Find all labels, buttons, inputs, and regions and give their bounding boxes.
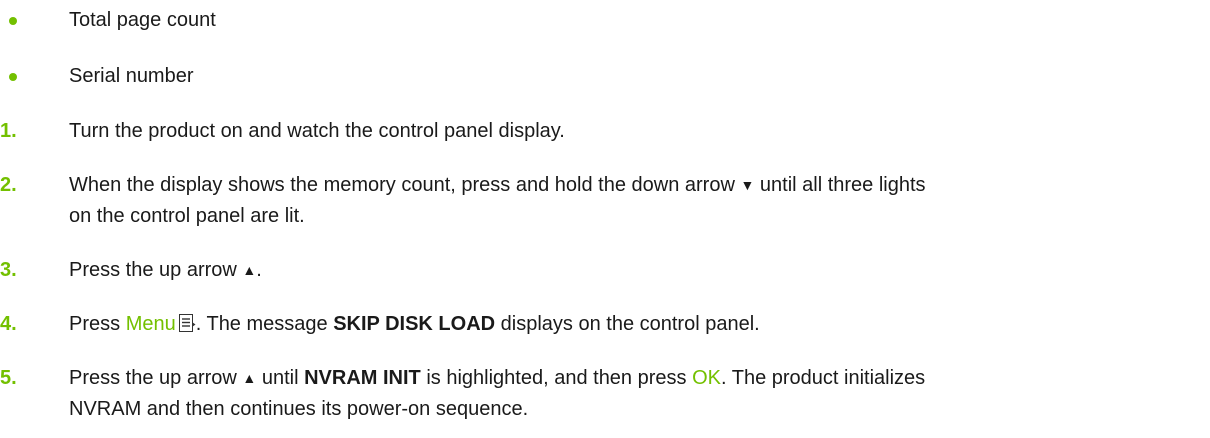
message-text: SKIP DISK LOAD: [333, 313, 496, 335]
menu-item-text: NVRAM INIT: [304, 367, 421, 389]
step-text: Press the up arrow ▲.: [69, 255, 262, 287]
step-text-line-2: on the control panel are lit.: [69, 205, 305, 227]
step-number: 1.: [0, 120, 17, 142]
down-arrow-icon: ▼: [740, 177, 755, 193]
step-text-part: . The message: [195, 313, 328, 335]
bullet-dot: [9, 17, 17, 25]
up-arrow-icon: ▲: [242, 370, 257, 386]
step-text-part: When the display shows the memory count,…: [69, 174, 735, 196]
bullet-text: Total page count: [69, 9, 216, 31]
step-text-line-1: When the display shows the memory count,…: [69, 170, 926, 202]
menu-button-label: Menu: [125, 313, 176, 335]
up-arrow-icon: ▲: [242, 262, 257, 278]
step-number: 5.: [0, 367, 17, 389]
step-text-part: Press the up arrow: [69, 367, 237, 389]
step-text-part: until: [261, 367, 299, 389]
step-text-line-1: Press the up arrow ▲ until NVRAM INIT is…: [69, 363, 925, 395]
step-text-part: Press the up arrow: [69, 259, 237, 281]
bullet-text: Serial number: [69, 65, 194, 87]
step-text-part: displays on the control panel.: [500, 313, 760, 335]
menu-icon: [178, 314, 196, 332]
step-number: 4.: [0, 313, 17, 335]
ok-button-label: OK: [692, 367, 721, 389]
step-number: 3.: [0, 259, 17, 281]
step-text: Press Menu . The message SKIP DISK LOAD d…: [69, 309, 760, 340]
step-text-part: .: [256, 259, 262, 281]
step-text-part: Press: [69, 313, 121, 335]
step-text-part: . The product initializes: [721, 367, 926, 389]
step-text-part: until all three lights: [759, 174, 926, 196]
bullet-dot: [9, 73, 17, 81]
step-text: Turn the product on and watch the contro…: [69, 120, 565, 142]
step-text-part: is highlighted, and then press: [426, 367, 687, 389]
step-number: 2.: [0, 174, 17, 196]
step-text-line-2: NVRAM and then continues its power-on se…: [69, 398, 529, 420]
